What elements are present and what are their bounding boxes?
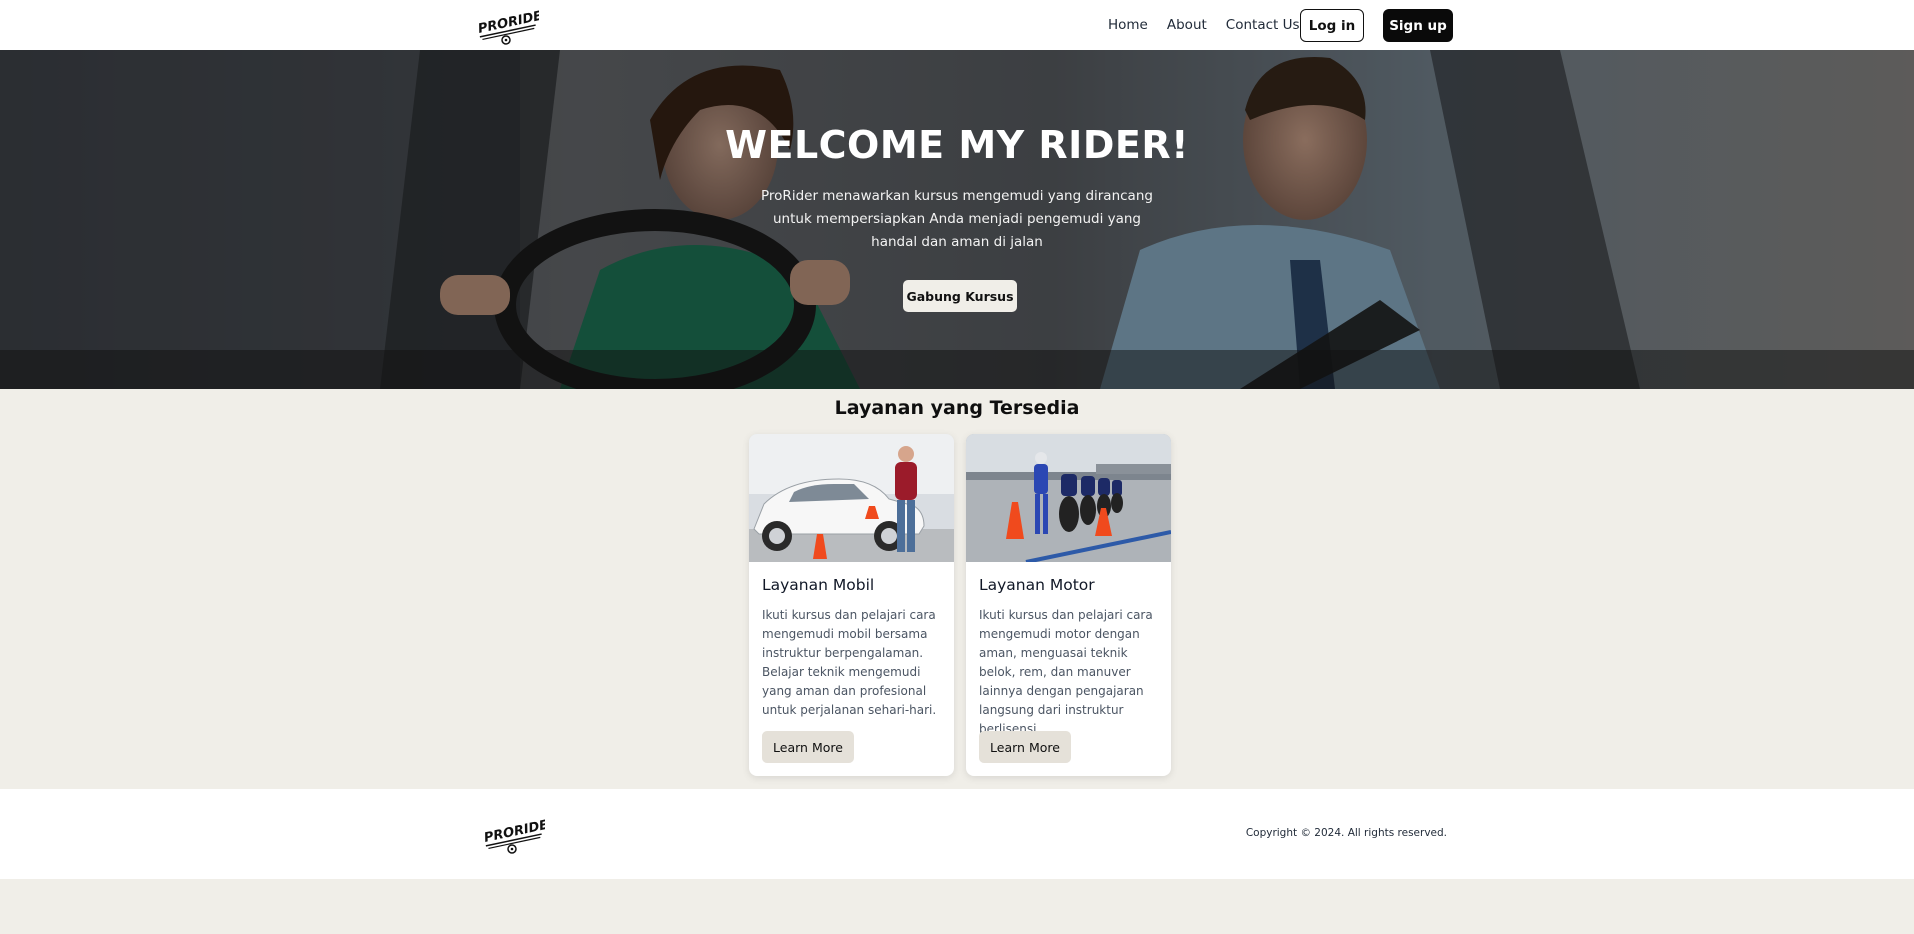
learn-more-car-button[interactable]: Learn More	[762, 731, 854, 763]
hero-title: WELCOME MY RIDER!	[725, 123, 1189, 167]
service-card-motor: Layanan Motor Ikuti kursus dan pelajari …	[966, 434, 1171, 776]
nav-link-about[interactable]: About	[1167, 17, 1207, 33]
signup-button[interactable]: Sign up	[1383, 9, 1453, 42]
card-description: Ikuti kursus dan pelajari cara mengemudi…	[762, 608, 937, 717]
nav-link-contact[interactable]: Contact Us	[1226, 17, 1300, 33]
copyright-text: Copyright © 2024. All rights reserved.	[1245, 827, 1447, 839]
service-card-car: Layanan Mobil Ikuti kursus dan pelajari …	[749, 434, 954, 776]
footer-logo[interactable]: PRORIDER	[481, 813, 559, 855]
logo-icon: PRORIDER	[483, 816, 559, 854]
car-instructor-image	[749, 434, 954, 562]
svg-text:PRORIDER: PRORIDER	[477, 7, 539, 37]
nav-link-home[interactable]: Home	[1108, 17, 1148, 33]
logo[interactable]: PRORIDER	[475, 4, 553, 46]
motorcycle-training-image	[966, 434, 1171, 562]
card-description: Ikuti kursus dan pelajari cara mengemudi…	[979, 608, 1153, 736]
hero-section: WELCOME MY RIDER! ProRider menawarkan ku…	[0, 50, 1914, 389]
footer: PRORIDER Copyright © 2024. All rights re…	[0, 789, 1914, 879]
services-title: Layanan yang Tersedia	[834, 397, 1080, 419]
hero-description: ProRider menawarkan kursus mengemudi yan…	[761, 188, 1153, 250]
navbar: PRORIDER Home About Contact Us Log in Si…	[0, 0, 1914, 50]
login-button[interactable]: Log in	[1300, 9, 1364, 42]
card-title: Layanan Motor	[979, 576, 1095, 594]
join-course-button[interactable]: Gabung Kursus	[903, 280, 1017, 312]
card-title: Layanan Mobil	[762, 576, 875, 594]
nav-links: Home About Contact Us	[1108, 0, 1300, 50]
logo-icon: PRORIDER	[477, 7, 553, 45]
svg-text:PRORIDER: PRORIDER	[483, 816, 545, 846]
learn-more-motor-button[interactable]: Learn More	[979, 731, 1071, 763]
